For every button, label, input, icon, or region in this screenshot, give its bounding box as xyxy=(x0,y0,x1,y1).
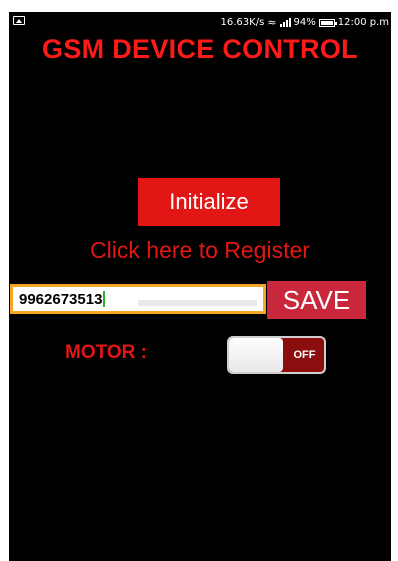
signal-icon xyxy=(279,18,291,27)
phone-number-value: 9962673513 xyxy=(19,290,103,308)
toggle-state-label: OFF xyxy=(293,349,316,361)
status-bar: 16.63K/s ≈ 94% 12:00 p.m xyxy=(9,12,391,32)
initialize-button[interactable]: Initialize xyxy=(138,178,280,226)
battery-percent: 94% xyxy=(293,17,316,28)
save-button[interactable]: SAVE xyxy=(267,281,366,319)
register-link[interactable]: Click here to Register xyxy=(9,237,391,264)
text-cursor xyxy=(103,291,106,307)
phone-number-input[interactable]: 9962673513 xyxy=(10,284,266,314)
network-speed: 16.63K/s xyxy=(220,17,265,28)
wifi-icon: ≈ xyxy=(267,16,277,29)
clock: 12:00 p.m xyxy=(337,17,389,28)
input-underline xyxy=(138,300,257,306)
image-notification-icon xyxy=(13,16,25,25)
battery-icon xyxy=(318,18,337,27)
app-screen: 16.63K/s ≈ 94% 12:00 p.m GSM DEVICE CONT… xyxy=(9,12,391,561)
status-right-group: 16.63K/s ≈ 94% 12:00 p.m xyxy=(221,16,389,29)
motor-label: MOTOR : xyxy=(65,342,147,363)
app-title: GSM DEVICE CONTROL xyxy=(42,34,358,64)
motor-toggle[interactable]: OFF xyxy=(227,336,326,374)
toggle-knob xyxy=(229,338,283,372)
